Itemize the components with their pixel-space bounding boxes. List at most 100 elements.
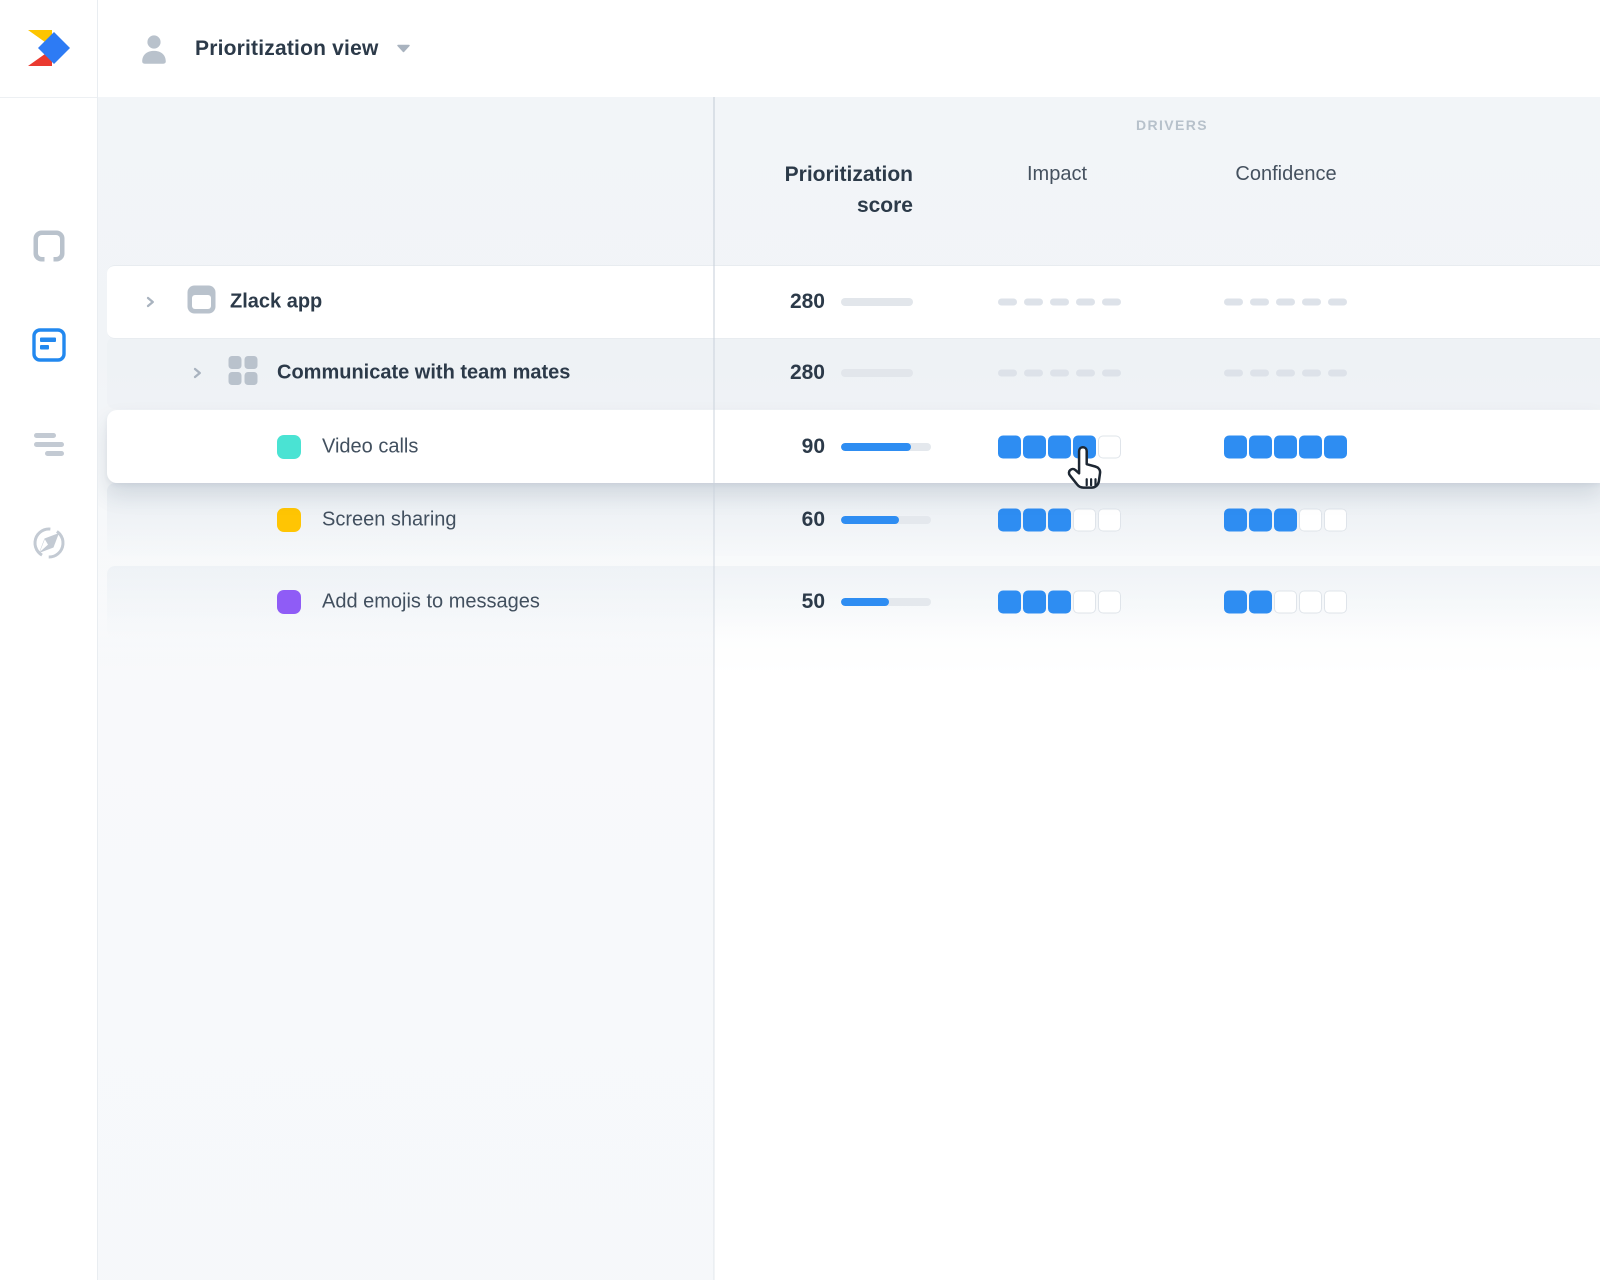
impact-rating-placeholder bbox=[998, 370, 1121, 377]
rating-cell-filled[interactable] bbox=[1023, 435, 1046, 458]
rating-placeholder-dash bbox=[1024, 299, 1043, 306]
rating-placeholder-dash bbox=[1250, 299, 1269, 306]
prioritization-score-value: 280 bbox=[705, 361, 825, 385]
row-label: Zlack app bbox=[230, 291, 322, 314]
rating-cell-filled[interactable] bbox=[1324, 435, 1347, 458]
logo-glyph bbox=[23, 22, 75, 74]
page-title: Prioritization view bbox=[195, 37, 379, 61]
row-label: Communicate with team mates bbox=[277, 362, 570, 385]
rating-cell-empty[interactable] bbox=[1274, 591, 1297, 614]
rating-cell-empty[interactable] bbox=[1324, 591, 1347, 614]
sidebar bbox=[0, 0, 98, 1280]
rating-cell-filled[interactable] bbox=[1048, 508, 1071, 531]
column-header-score: Prioritization score bbox=[743, 159, 913, 221]
rating-placeholder-dash bbox=[1328, 299, 1347, 306]
rating-cell-filled[interactable] bbox=[1224, 508, 1247, 531]
rating-cell-filled[interactable] bbox=[1023, 508, 1046, 531]
rating-cell-filled[interactable] bbox=[998, 508, 1021, 531]
rating-placeholder-dash bbox=[1224, 370, 1243, 377]
impact-rating-placeholder bbox=[998, 299, 1121, 306]
app-logo-icon[interactable] bbox=[23, 22, 75, 74]
browser-window-icon bbox=[186, 284, 217, 320]
rating-cell-filled[interactable] bbox=[1048, 435, 1071, 458]
score-bar-fill bbox=[841, 516, 899, 524]
grid-icon bbox=[228, 356, 258, 391]
rating-placeholder-dash bbox=[1076, 370, 1095, 377]
sidebar-item-prioritization[interactable] bbox=[29, 327, 69, 367]
item-color-swatch bbox=[277, 435, 301, 459]
chevron-down-icon[interactable] bbox=[396, 44, 411, 53]
rating-cell-filled[interactable] bbox=[998, 591, 1021, 614]
rating-cell-filled[interactable] bbox=[1224, 435, 1247, 458]
score-bar bbox=[841, 443, 931, 451]
item-color-swatch bbox=[277, 590, 301, 614]
column-header-confidence: Confidence bbox=[1235, 159, 1336, 190]
sidebar-item-discovery[interactable] bbox=[29, 525, 69, 565]
rating-cell-empty[interactable] bbox=[1299, 591, 1322, 614]
rating-cell-empty[interactable] bbox=[1098, 435, 1121, 458]
score-bar-empty bbox=[841, 369, 913, 377]
rating-cell-filled[interactable] bbox=[1274, 508, 1297, 531]
rating-placeholder-dash bbox=[1050, 299, 1069, 306]
sidebar-item-priorities[interactable] bbox=[29, 426, 69, 466]
rating-cell-empty[interactable] bbox=[1073, 591, 1096, 614]
list-view-icon bbox=[32, 328, 66, 367]
column-header-impact: Impact bbox=[1027, 159, 1087, 190]
prioritization-score-value: 60 bbox=[705, 508, 825, 532]
table-row[interactable]: Communicate with team mates 280 bbox=[107, 337, 1600, 409]
impact-rating[interactable] bbox=[998, 591, 1121, 614]
rating-placeholder-dash bbox=[1276, 299, 1295, 306]
expand-chevron-icon[interactable] bbox=[143, 295, 158, 310]
rating-cell-filled[interactable] bbox=[1299, 435, 1322, 458]
rating-cell-empty[interactable] bbox=[1098, 508, 1121, 531]
table-row[interactable]: Video calls90 bbox=[107, 410, 1600, 483]
priority-lines-icon bbox=[32, 427, 66, 466]
rating-cell-empty[interactable] bbox=[1324, 508, 1347, 531]
table-row[interactable]: Add emojis to messages 50 bbox=[107, 566, 1600, 638]
prioritization-score-value: 50 bbox=[705, 590, 825, 614]
table-row[interactable]: Screen sharing60 bbox=[107, 483, 1600, 556]
board-icon bbox=[32, 229, 66, 268]
rating-cell-empty[interactable] bbox=[1299, 508, 1322, 531]
rating-cell-filled[interactable] bbox=[998, 435, 1021, 458]
rating-cell-filled[interactable] bbox=[1249, 591, 1272, 614]
rating-cell-filled[interactable] bbox=[1023, 591, 1046, 614]
confidence-rating-placeholder bbox=[1224, 299, 1347, 306]
rating-cell-filled[interactable] bbox=[1274, 435, 1297, 458]
person-icon bbox=[140, 33, 168, 64]
score-bar bbox=[841, 598, 931, 606]
rating-cell-empty[interactable] bbox=[1073, 508, 1096, 531]
confidence-rating[interactable] bbox=[1224, 435, 1347, 458]
rating-cell-filled[interactable] bbox=[1048, 591, 1071, 614]
rating-placeholder-dash bbox=[998, 299, 1017, 306]
score-bar-empty bbox=[841, 298, 913, 306]
rating-cell-empty[interactable] bbox=[1098, 591, 1121, 614]
rating-placeholder-dash bbox=[1276, 370, 1295, 377]
confidence-rating[interactable] bbox=[1224, 591, 1347, 614]
score-bar bbox=[841, 516, 931, 524]
prioritization-score-value: 90 bbox=[705, 435, 825, 459]
rating-cell-filled[interactable] bbox=[1249, 508, 1272, 531]
expand-chevron-icon[interactable] bbox=[190, 366, 205, 381]
rating-cell-filled[interactable] bbox=[1249, 435, 1272, 458]
score-bar-fill bbox=[841, 598, 889, 606]
rating-cell-filled[interactable] bbox=[1073, 435, 1096, 458]
rating-placeholder-dash bbox=[1302, 299, 1321, 306]
sidebar-item-board[interactable] bbox=[29, 228, 69, 268]
confidence-rating[interactable] bbox=[1224, 508, 1347, 531]
confidence-rating-placeholder bbox=[1224, 370, 1347, 377]
rating-placeholder-dash bbox=[1302, 370, 1321, 377]
score-bar-fill bbox=[841, 443, 911, 451]
view-header: Prioritization view bbox=[97, 0, 1600, 97]
rating-placeholder-dash bbox=[1224, 299, 1243, 306]
rating-cell-filled[interactable] bbox=[1224, 591, 1247, 614]
table-row[interactable]: Zlack app280 bbox=[107, 265, 1600, 339]
prioritization-table: DRIVERS Prioritization score Impact Conf… bbox=[97, 97, 1600, 1280]
rating-placeholder-dash bbox=[1050, 370, 1069, 377]
impact-rating[interactable] bbox=[998, 435, 1121, 458]
row-label: Add emojis to messages bbox=[322, 591, 540, 614]
drivers-group-header: DRIVERS bbox=[1136, 117, 1208, 133]
rating-placeholder-dash bbox=[1250, 370, 1269, 377]
item-color-swatch bbox=[277, 508, 301, 532]
impact-rating[interactable] bbox=[998, 508, 1121, 531]
